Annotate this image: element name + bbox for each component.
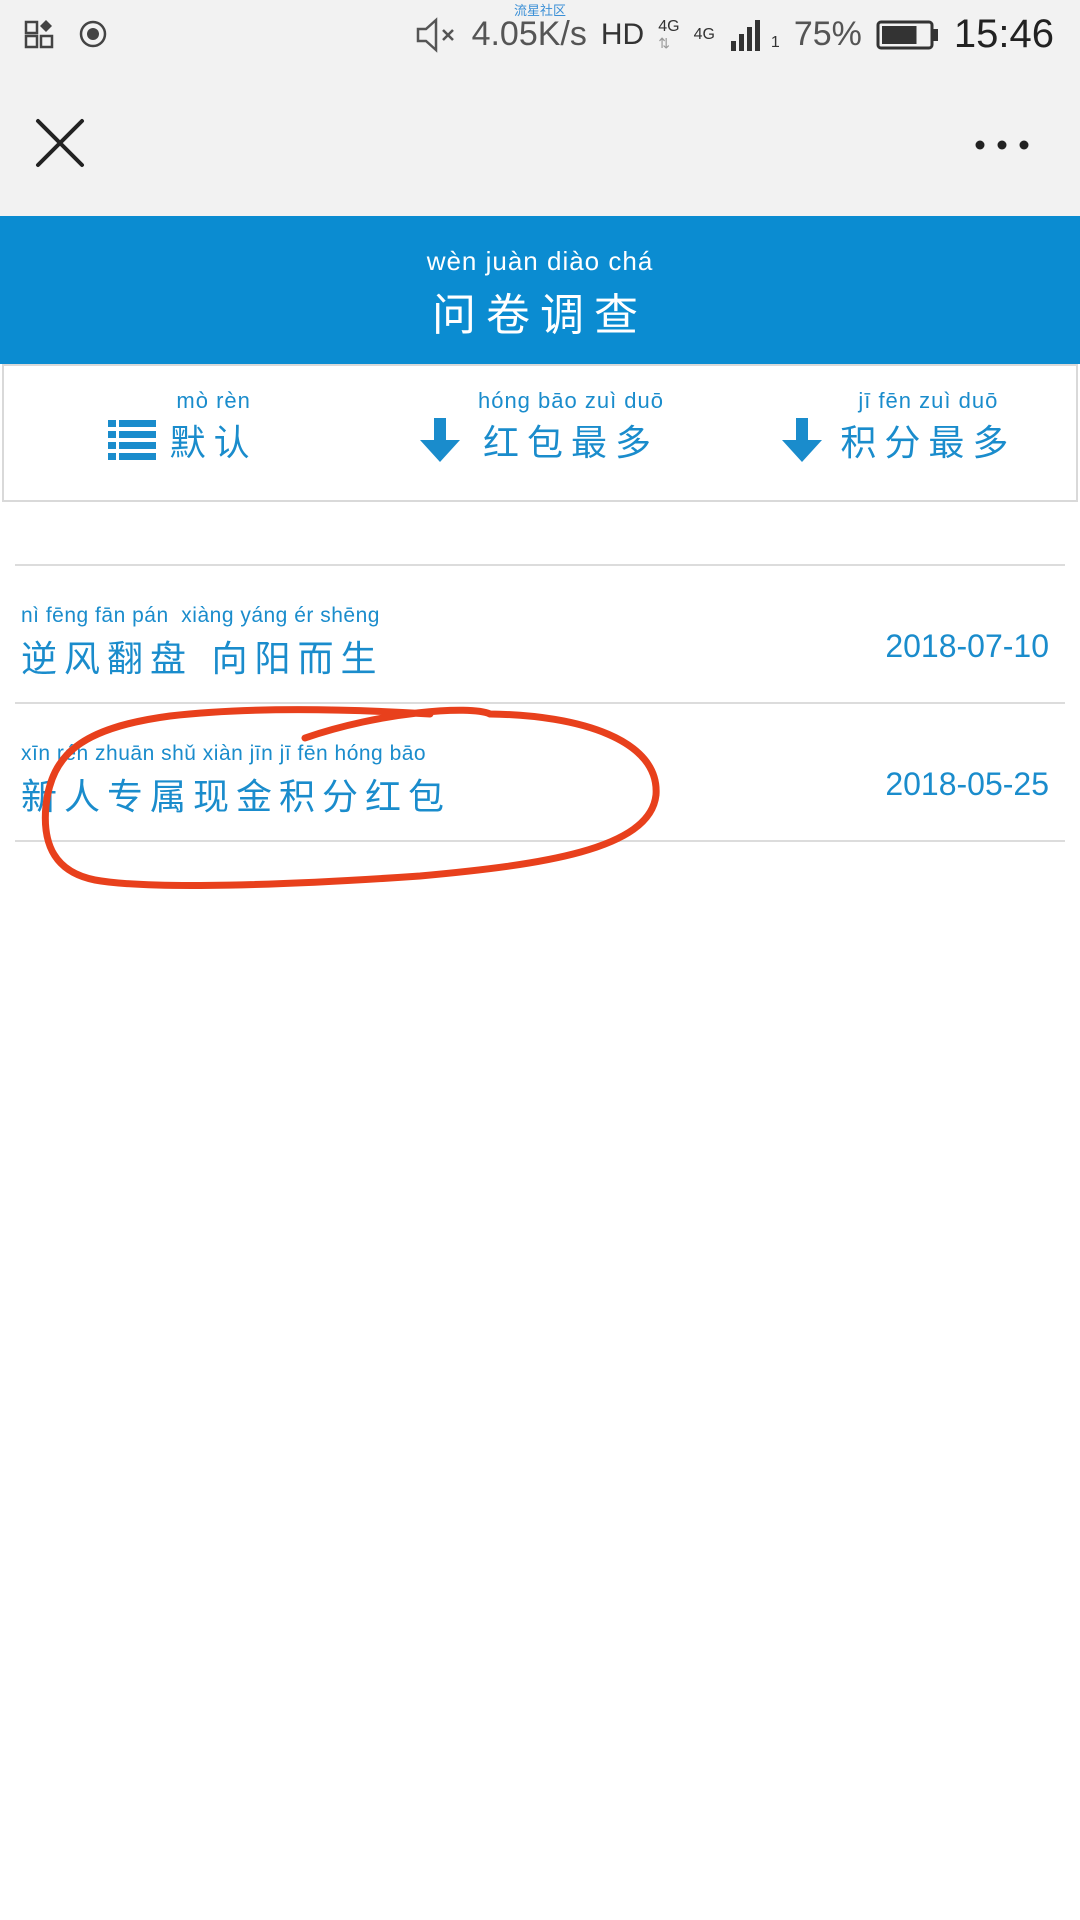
- tab-pinyin: jī fēn zuì duō: [858, 388, 999, 413]
- tab-default[interactable]: mò rèn 默认: [4, 366, 361, 500]
- status-bar: 流星社区 4.05K/s HD 4G ⇅ 4G 1 75% 15:46: [0, 0, 1080, 72]
- record-icon: [79, 20, 107, 48]
- net-speed: 4.05K/s: [471, 15, 587, 53]
- battery-icon: [876, 20, 938, 49]
- tab-most-red-packets[interactable]: hóng bāo zuì duō 红包最多: [361, 366, 718, 500]
- hd-label: HD: [600, 17, 645, 51]
- list-item[interactable]: nì fēng fān pán xiàng yáng ér shēng 逆风翻盘…: [15, 566, 1065, 704]
- more-icon[interactable]: [972, 130, 1032, 160]
- survey-title: 新人专属现金积分红包: [21, 777, 452, 818]
- tab-label: 积分最多: [840, 423, 1017, 464]
- survey-title: 逆风翻盘 向阳而生: [21, 639, 384, 680]
- tab-default-text: mò rèn 默认: [170, 388, 258, 466]
- apps-icon: [24, 20, 54, 49]
- survey-title-block: xīn rén zhuān shǔ xiàn jīn jī fēn hóng b…: [21, 742, 451, 820]
- survey-date: 2018-05-25: [885, 766, 1049, 802]
- network-label-2: 4G: [693, 25, 715, 43]
- arrow-down-icon: [782, 418, 823, 462]
- sort-tabs: mò rèn 默认 hóng bāo zuì duō 红包最多 jī fēn z…: [2, 364, 1078, 502]
- arrow-down-icon: [419, 418, 460, 462]
- clock: 15:46: [953, 12, 1054, 56]
- status-left-icons: [24, 18, 108, 50]
- network-type: 4G ⇅: [658, 17, 680, 51]
- page-title-pinyin: wèn juàn diào chá: [426, 246, 654, 276]
- tab-pinyin: hóng bāo zuì duō: [477, 388, 665, 413]
- tab-pinyin: mò rèn: [176, 388, 251, 413]
- survey-title-pinyin: nì fēng fān pán xiàng yáng ér shēng: [21, 604, 380, 627]
- list-icon: [107, 420, 156, 460]
- survey-list: nì fēng fān pán xiàng yáng ér shēng 逆风翻盘…: [15, 564, 1065, 842]
- network-type-2: 4G: [693, 25, 715, 43]
- signal-icon: [730, 19, 760, 51]
- network-label: 4G: [658, 17, 680, 35]
- tab-most-points[interactable]: jī fēn zuì duō 积分最多: [719, 366, 1076, 500]
- close-icon[interactable]: [34, 117, 86, 169]
- status-right: 4.05K/s HD 4G ⇅ 4G 1 75% 15:46: [414, 12, 1054, 57]
- survey-title-pinyin: xīn rén zhuān shǔ xiàn jīn jī fēn hóng b…: [21, 742, 427, 765]
- tab-label: 红包最多: [482, 423, 659, 464]
- tab-most-points-text: jī fēn zuì duō 积分最多: [840, 388, 1016, 466]
- tab-label: 默认: [169, 423, 258, 464]
- page-header: wèn juàn diào chá 问卷调查: [0, 216, 1080, 364]
- battery-percent: 75%: [793, 15, 862, 53]
- survey-title-block: nì fēng fān pán xiàng yáng ér shēng 逆风翻盘…: [21, 604, 383, 682]
- data-arrows-icon: ⇅: [658, 34, 670, 51]
- mute-icon: [416, 16, 454, 53]
- tab-most-red-packets-text: hóng bāo zuì duō 红包最多: [478, 388, 664, 466]
- page-title: 问卷调查: [432, 290, 648, 341]
- list-item[interactable]: xīn rén zhuān shǔ xiàn jīn jī fēn hóng b…: [15, 704, 1065, 842]
- survey-date: 2018-07-10: [885, 628, 1049, 664]
- sim-slot: 1: [770, 33, 780, 51]
- nav-bar: [0, 72, 1080, 216]
